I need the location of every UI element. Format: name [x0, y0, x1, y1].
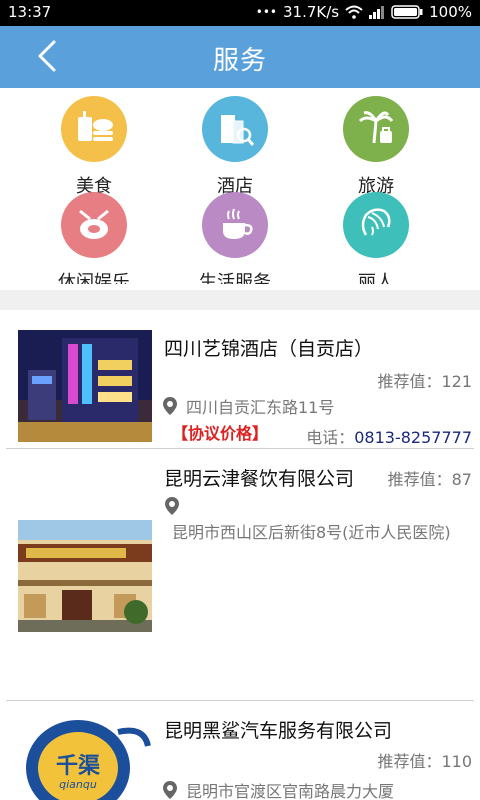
business-name: 昆明云津餐饮有限公司	[164, 468, 355, 490]
phone-row[interactable]: 电话：0813-8257777	[306, 424, 472, 448]
title-bar: 服务	[0, 26, 480, 88]
business-name: 昆明黑鲨汽车服务有限公司	[164, 720, 393, 742]
agreement-price-tag: 【协议价格】	[172, 424, 269, 443]
section-separator	[0, 290, 480, 310]
notification-dots: •••	[255, 5, 277, 19]
phone-label: 电话：	[306, 428, 355, 447]
wifi-icon	[345, 5, 363, 19]
status-icons: ••• 31.7K/s 100%	[256, 3, 472, 21]
business-address: 昆明市西山区后新街8号(近市人民医院)	[172, 523, 451, 542]
phone-number[interactable]: 0813-8257777	[354, 428, 472, 447]
recommend-value: 推荐值：110	[377, 752, 472, 771]
location-pin-icon	[163, 781, 177, 799]
location-pin-icon	[163, 397, 177, 415]
address-row: 昆明市官渡区官南路晨力大厦	[162, 778, 394, 800]
list-item[interactable]: 四川艺锦酒店（自贡店） 推荐值：121 四川自贡汇东路11号 【协议价格】 电话…	[0, 310, 480, 450]
category-hotel[interactable]: 酒店	[165, 96, 305, 198]
food-icon	[61, 96, 127, 162]
business-address: 四川自贡汇东路11号	[186, 398, 335, 417]
list-divider	[6, 700, 474, 701]
category-label: 丽人	[358, 272, 394, 284]
hotel-photo	[18, 330, 152, 442]
category-food[interactable]: 美食	[24, 96, 164, 198]
network-speed: 31.7K/s	[283, 3, 340, 21]
hotel-icon	[202, 96, 268, 162]
list-divider	[6, 448, 474, 449]
restaurant-photo	[18, 520, 152, 632]
category-travel[interactable]: 旅游	[306, 96, 446, 198]
status-time: 13:37	[8, 3, 52, 21]
business-address: 昆明市官渡区官南路晨力大厦	[186, 782, 395, 800]
entertainment-icon	[61, 192, 127, 258]
battery-level: 100%	[429, 3, 472, 21]
location-pin-icon	[165, 497, 179, 515]
signal-icon	[369, 6, 385, 19]
category-label: 休闲娱乐	[58, 272, 130, 284]
category-label: 生活服务	[199, 272, 271, 284]
recommend-value: 推荐值：87	[387, 470, 472, 489]
status-bar: 13:37 ••• 31.7K/s 100%	[0, 0, 480, 26]
category-life-service[interactable]: 生活服务	[165, 192, 305, 284]
travel-icon	[343, 96, 409, 162]
beauty-icon	[343, 192, 409, 258]
business-name: 四川艺锦酒店（自贡店）	[164, 338, 374, 360]
category-beauty[interactable]: 丽人	[306, 192, 446, 284]
company-logo: 千渠 qianqu	[18, 712, 152, 800]
category-grid: 美食 酒店 旅游 休闲娱乐 生活服务 丽人	[0, 88, 480, 284]
life-service-icon	[202, 192, 268, 258]
list-item[interactable]: 昆明云津餐饮有限公司 推荐值：87 昆明市西山区后新街8号(近市人民医院)	[0, 450, 480, 702]
logo-subtext: qianqu	[59, 778, 97, 791]
recommend-value: 推荐值：121	[377, 372, 472, 391]
battery-icon	[391, 5, 423, 19]
page-title: 服务	[212, 46, 267, 76]
business-list: 四川艺锦酒店（自贡店） 推荐值：121 四川自贡汇东路11号 【协议价格】 电话…	[0, 310, 480, 800]
category-entertainment[interactable]: 休闲娱乐	[24, 192, 164, 284]
logo-text: 千渠	[55, 754, 100, 779]
address-row: 四川自贡汇东路11号	[162, 394, 334, 418]
list-item[interactable]: 千渠 qianqu 昆明黑鲨汽车服务有限公司 推荐值：110 昆明市官渡区官南路…	[0, 702, 480, 800]
